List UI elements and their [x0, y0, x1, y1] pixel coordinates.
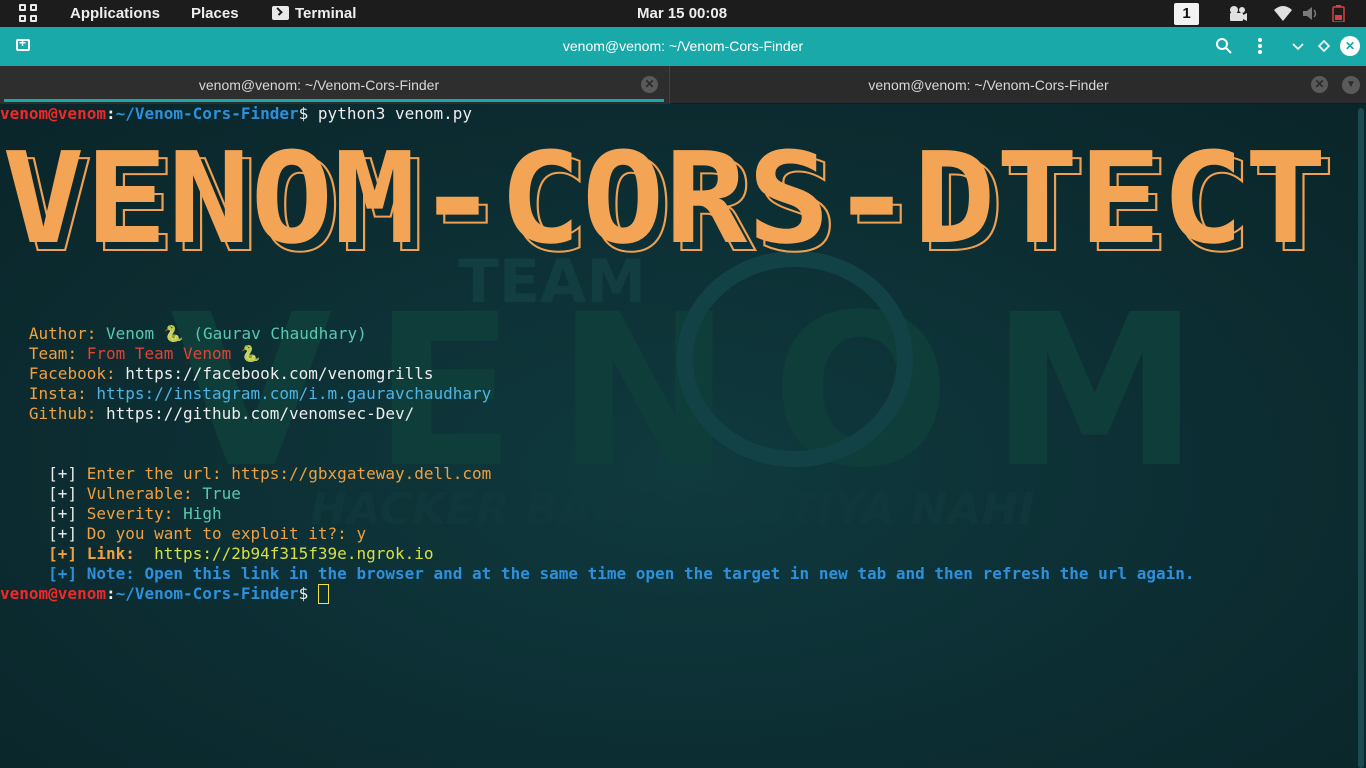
tab-2[interactable]: venom@venom: ~/Venom-Cors-Finder ✕: [669, 66, 1337, 104]
github-line: Github: https://github.com/venomsec-Dev/: [28, 404, 415, 423]
search-icon[interactable]: [1214, 36, 1234, 56]
camera-icon[interactable]: [1228, 5, 1248, 22]
wallpaper-tagline: HACKER BANQ CHUTIYA NAHI: [310, 484, 1035, 535]
prompt-path: ~/Venom-Cors-Finder: [115, 104, 299, 123]
insta-line: Insta: https://instagram.com/i.m.gauravc…: [28, 384, 492, 403]
tab-close-icon[interactable]: ✕: [1311, 76, 1328, 93]
tab-1[interactable]: venom@venom: ~/Venom-Cors-Finder ✕: [0, 66, 668, 104]
url-line: [+] Enter the url: https://gbxgateway.de…: [48, 464, 492, 483]
note-line: [+] Note: Open this link in the browser …: [48, 564, 1195, 583]
team-line: Team: From Team Venom 🐍: [28, 344, 261, 363]
window-title: venom@venom: ~/Venom-Cors-Finder: [562, 38, 804, 54]
prompt-sign: $: [298, 104, 309, 123]
active-tab-indicator: [4, 99, 664, 102]
terminal-icon: [272, 6, 289, 20]
command-text: python3 venom.py: [317, 104, 473, 123]
terminal-app-menu[interactable]: Terminal: [295, 5, 356, 22]
tab-list-chevron-icon[interactable]: ▼: [1342, 76, 1360, 94]
link-line: [+] Link: https://2b94f315f39e.ngrok.io: [48, 544, 434, 563]
tab-label: venom@venom: ~/Venom-Cors-Finder: [198, 77, 440, 93]
clock[interactable]: Mar 15 00:08: [637, 5, 727, 22]
places-menu[interactable]: Places: [191, 5, 239, 22]
ascii-banner: VENOM-CORS-DTECT VENOM-CORS-DTECT: [2, 142, 1336, 262]
prompt-line-1: venom@venom:~/Venom-Cors-Finder$ python3…: [0, 104, 473, 123]
menu-kebab-icon[interactable]: [1250, 36, 1270, 56]
tab-label: venom@venom: ~/Venom-Cors-Finder: [868, 77, 1109, 93]
minimize-icon[interactable]: [1288, 36, 1308, 56]
tab-bar: venom@venom: ~/Venom-Cors-Finder ✕ venom…: [0, 66, 1366, 104]
terminal-cursor[interactable]: [317, 584, 329, 604]
prompt-user: venom@venom: [0, 104, 106, 123]
author-line: Author: Venom 🐍 (Gaurav Chaudhary): [28, 324, 367, 343]
terminal-output[interactable]: TEAM VENOM HACKER BANQ CHUTIYA NAHI veno…: [0, 104, 1366, 768]
scrollbar[interactable]: [1358, 108, 1364, 768]
close-icon[interactable]: ✕: [1340, 36, 1360, 56]
vulnerable-line: [+] Vulnerable: True: [48, 484, 241, 503]
workspace-indicator[interactable]: 1: [1174, 3, 1199, 25]
banner-text: VENOM-CORS-DTECT: [2, 142, 1327, 262]
battery-icon[interactable]: [1332, 5, 1346, 22]
apps-grid-icon[interactable]: [19, 4, 38, 23]
wifi-icon[interactable]: [1273, 5, 1293, 22]
exploit-line: [+] Do you want to exploit it?: y: [48, 524, 367, 543]
applications-menu[interactable]: Applications: [70, 5, 160, 22]
severity-line: [+] Severity: High: [48, 504, 222, 523]
maximize-icon[interactable]: [1314, 36, 1334, 56]
prompt-line-2: venom@venom:~/Venom-Cors-Finder$: [0, 584, 329, 604]
top-bar: Applications Places Terminal Mar 15 00:0…: [0, 0, 1366, 27]
terminal-headerbar: venom@venom: ~/Venom-Cors-Finder ✕: [0, 27, 1366, 66]
facebook-line: Facebook: https://facebook.com/venomgril…: [28, 364, 434, 383]
tab-close-icon[interactable]: ✕: [641, 76, 658, 93]
volume-icon[interactable]: [1301, 5, 1321, 22]
